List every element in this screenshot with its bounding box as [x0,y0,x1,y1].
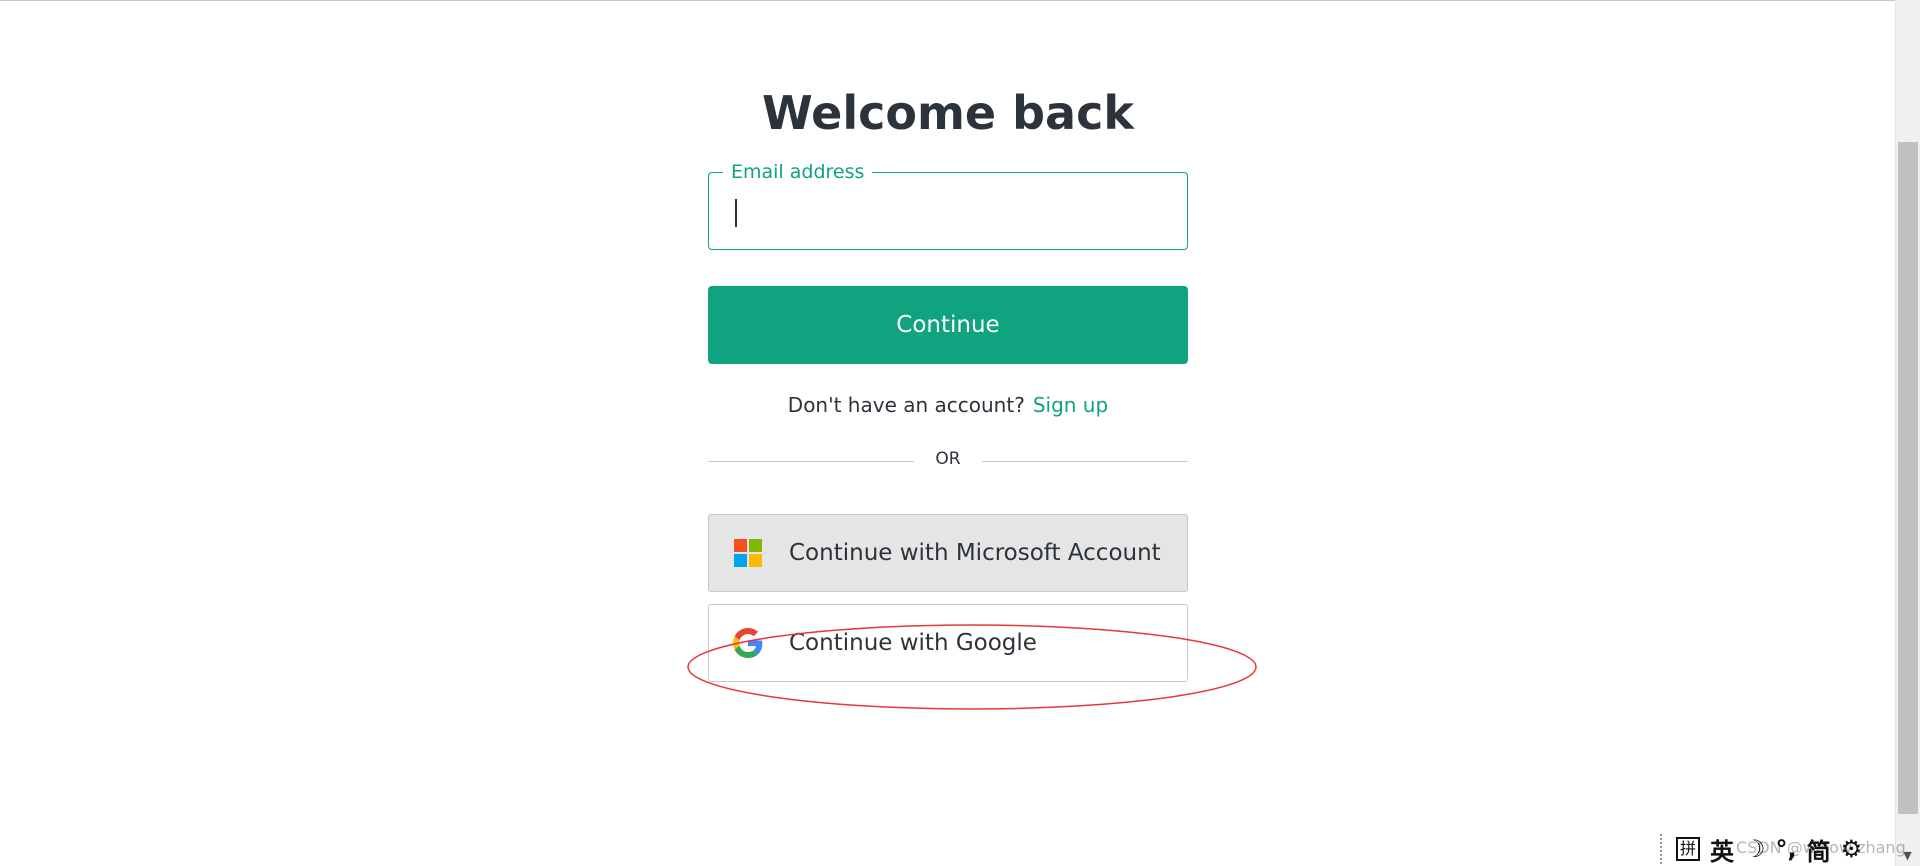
divider-line-right [982,461,1188,462]
divider-text: OR [935,449,961,469]
signup-link[interactable]: Sign up [1033,393,1108,417]
ime-moon-icon[interactable]: ☽ [1744,835,1766,863]
signup-row: Don't have an account? Sign up [708,390,1188,420]
email-input[interactable] [727,187,1171,235]
text-cursor [735,199,737,227]
google-login-button[interactable]: Continue with Google [708,604,1188,682]
ime-settings-icon[interactable]: ⚙ [1841,835,1863,863]
microsoft-login-button[interactable]: Continue with Microsoft Account [708,514,1188,592]
scroll-down-arrow-icon[interactable]: ▼ [1895,846,1920,866]
ime-toolbar: 拼 英 ☽ °, 简 ⚙ [1660,832,1862,866]
microsoft-logo-icon [734,539,762,567]
scrollbar-thumb[interactable] [1898,142,1918,814]
ime-punctuation-icon[interactable]: °, [1776,835,1797,863]
google-logo-icon [733,628,763,658]
page-title: Welcome back [762,86,1134,140]
ime-drag-handle[interactable] [1660,834,1666,864]
window-top-border [0,0,1895,1]
login-box: Welcome back Email address Continue Don'… [708,80,1188,682]
microsoft-login-label: Continue with Microsoft Account [789,540,1161,566]
ime-grid-icon[interactable]: 拼 [1676,837,1700,861]
ime-language-toggle[interactable]: 英 [1710,832,1734,866]
ime-script-toggle[interactable]: 简 [1807,832,1831,866]
signup-prompt: Don't have an account? [787,393,1025,417]
or-divider: OR [708,446,1188,476]
continue-button[interactable]: Continue [708,286,1188,364]
login-page: Welcome back Email address Continue Don'… [0,0,1920,866]
google-login-label: Continue with Google [789,630,1037,656]
email-field-label: Email address [723,160,873,184]
email-field-container[interactable]: Email address [708,160,1188,250]
